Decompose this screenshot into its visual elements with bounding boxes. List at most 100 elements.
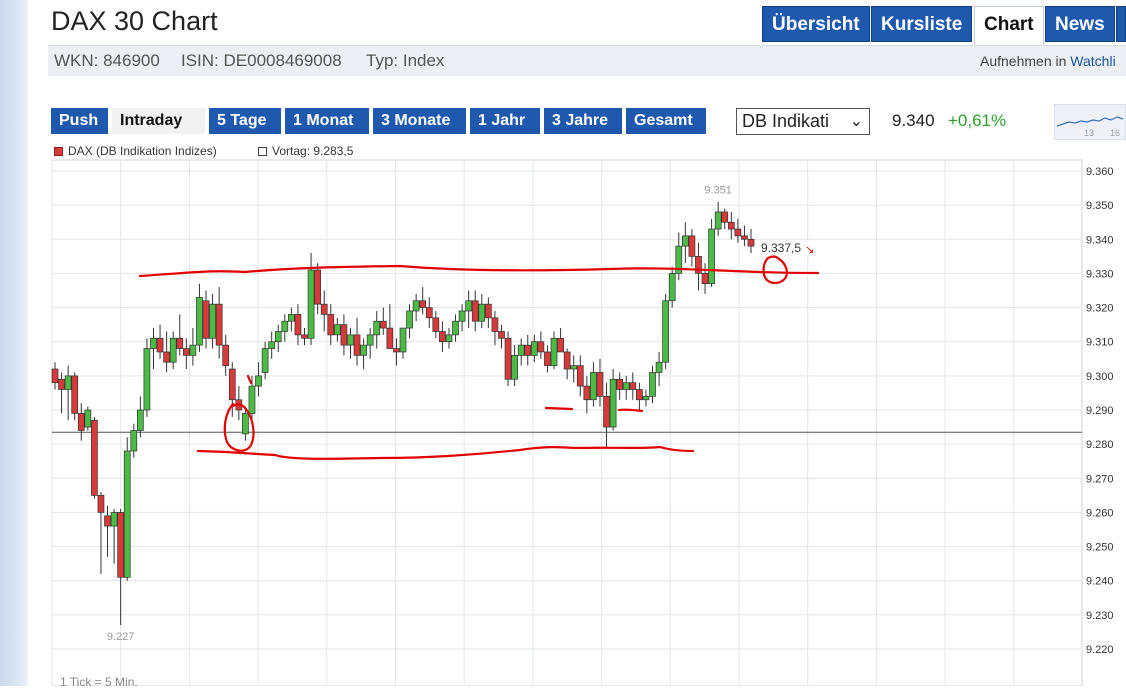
candle-body	[347, 334, 354, 346]
y-tick-label: 9.300	[1086, 371, 1114, 383]
candle-body	[130, 430, 138, 452]
candle-body	[741, 235, 748, 240]
candle-body	[340, 324, 348, 346]
candle-body	[353, 334, 361, 356]
candle-body	[708, 228, 715, 285]
candle-body	[189, 344, 197, 356]
candle-body	[596, 372, 604, 397]
y-tick-label: 9.320	[1086, 303, 1114, 315]
candle	[91, 416, 98, 499]
candle-body	[439, 331, 446, 343]
candle-body	[590, 372, 597, 401]
candle-body	[242, 413, 249, 435]
annotation-dash-2	[617, 408, 644, 413]
candle-body	[425, 307, 433, 319]
candle-body	[498, 331, 505, 339]
last-value-label: 9.337,5	[761, 241, 801, 255]
candle-body	[478, 303, 486, 322]
candle-body	[471, 300, 479, 322]
candle-body	[274, 331, 282, 343]
candle-body	[196, 296, 203, 346]
candle-body	[537, 341, 545, 353]
candle-body	[281, 320, 289, 332]
candle-body	[77, 413, 85, 431]
candle-body	[209, 303, 216, 339]
candle-body	[734, 228, 742, 237]
candle-body	[228, 368, 236, 401]
candle-body	[150, 337, 157, 349]
candle-body	[662, 300, 669, 363]
y-tick-label: 9.220	[1086, 644, 1114, 656]
y-tick-label: 9.290	[1086, 405, 1114, 417]
candle-body	[622, 382, 630, 390]
candle-body	[143, 348, 151, 411]
candle-body	[570, 365, 578, 370]
y-tick-label: 9.360	[1086, 166, 1114, 178]
candle	[143, 338, 151, 417]
candle-body	[71, 375, 79, 414]
candle-body	[544, 351, 551, 366]
candle-body	[360, 344, 367, 356]
candle-body	[491, 317, 499, 332]
candle-body	[616, 378, 624, 390]
candle-body	[452, 320, 459, 336]
candle-body	[747, 238, 755, 247]
candle-body	[583, 385, 591, 401]
candle-body	[432, 317, 440, 332]
candle-body	[412, 300, 420, 312]
candle-body	[504, 337, 512, 380]
y-axis-ticks: 9.360 9.350 9.340 9.330 9.320 9.310 9.300 9.290…	[1086, 166, 1114, 656]
y-tick-label: 9.270	[1086, 473, 1114, 485]
candle-body	[333, 324, 341, 336]
candle	[84, 406, 92, 431]
y-tick-label: 9.330	[1086, 268, 1114, 280]
candle	[708, 218, 715, 288]
candle-body	[117, 512, 125, 578]
candle-body	[255, 375, 262, 387]
y-tick-label: 9.280	[1086, 439, 1114, 451]
candle-body	[123, 450, 131, 578]
candle-body	[294, 314, 302, 336]
chart-grid	[51, 159, 1083, 686]
candle-body	[636, 389, 643, 401]
candle-body	[642, 395, 650, 401]
candle-body	[649, 372, 656, 397]
candle-body	[215, 303, 223, 346]
candle-body	[104, 515, 111, 527]
y-tick-label: 9.240	[1086, 576, 1114, 588]
candle-body	[701, 273, 709, 285]
candle-body	[366, 334, 374, 346]
candle-body	[261, 348, 269, 373]
candle	[504, 331, 512, 387]
candle-body	[550, 337, 558, 366]
candle-body	[445, 334, 453, 343]
candle-body	[51, 368, 59, 384]
annotation-dash-1	[544, 406, 574, 411]
candle-body	[320, 303, 328, 315]
candle-body	[655, 361, 663, 373]
candle-body	[301, 334, 308, 339]
candle-body	[668, 273, 676, 302]
candle-body	[176, 337, 184, 349]
candle-body	[629, 382, 637, 390]
candle-body	[156, 337, 164, 353]
y-tick-label: 9.310	[1086, 337, 1114, 349]
candle-body	[268, 341, 276, 349]
candle-body	[517, 344, 525, 356]
candle-body	[64, 375, 72, 390]
candle-body	[163, 351, 170, 363]
candle-body	[695, 256, 702, 274]
candle-body	[406, 310, 413, 329]
candle-body	[288, 314, 295, 322]
candle-body	[576, 365, 584, 387]
candle-body	[485, 303, 492, 319]
tick-note: 1 Tick = 5 Min.	[60, 675, 138, 689]
candle-body	[222, 344, 230, 366]
candle-body	[511, 355, 518, 380]
y-tick-label: 9.260	[1086, 507, 1114, 519]
candle	[662, 293, 669, 370]
candle-body	[248, 385, 256, 414]
candle	[71, 372, 79, 421]
candle-body	[419, 300, 427, 308]
candle-body	[379, 320, 387, 329]
